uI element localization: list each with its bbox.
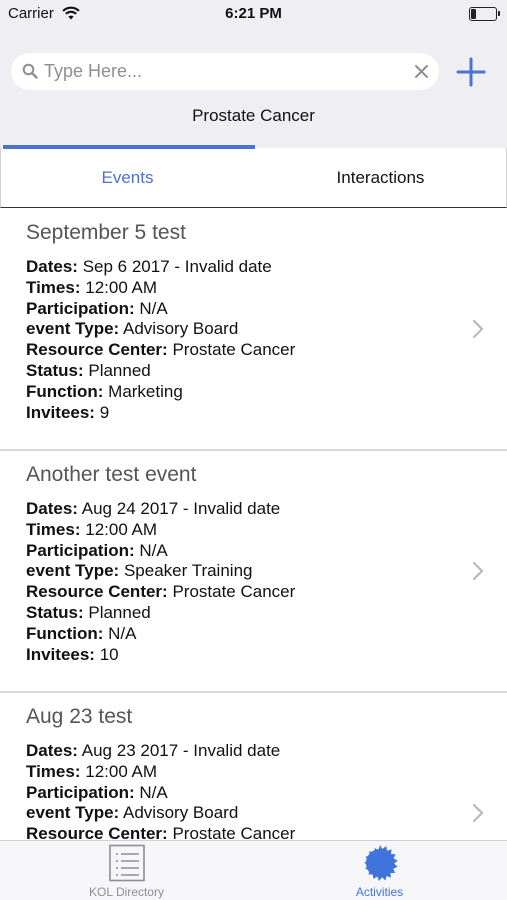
list-icon — [109, 844, 145, 882]
event-resource-center: Resource Center: Prostate Cancer — [26, 582, 507, 603]
chevron-right-icon — [472, 319, 484, 339]
event-title: Another test event — [26, 463, 197, 486]
event-card[interactable]: Another test event Dates: Aug 24 2017 - … — [0, 451, 507, 693]
battery-icon — [469, 7, 500, 21]
status-time: 6:21 PM — [225, 5, 282, 22]
field-value: 12:00 AM — [85, 277, 158, 297]
field-value: Prostate Cancer — [172, 340, 296, 360]
field-value: 12:00 AM — [85, 519, 158, 539]
resource-center-title: Prostate Cancer — [192, 106, 315, 125]
event-status: Status: Planned — [26, 603, 507, 624]
segment-tabs: Events Interactions — [0, 145, 507, 208]
field-value: N/A — [108, 623, 137, 643]
field-value: 10 — [99, 644, 119, 664]
field-label: Times: — [26, 277, 81, 297]
field-label: Participation: — [26, 540, 135, 560]
event-list: September 5 test Dates: Sep 6 2017 - Inv… — [0, 209, 507, 840]
field-label: Times: — [26, 761, 81, 781]
field-label: event Type: — [26, 561, 120, 581]
field-label: event Type: — [26, 803, 120, 823]
event-function: Function: Marketing — [26, 382, 507, 403]
field-label: Participation: — [26, 782, 135, 802]
tabbar-label: KOL Directory — [89, 885, 164, 899]
field-value: Planned — [88, 360, 151, 380]
chevron-right-icon — [472, 803, 484, 823]
event-title: September 5 test — [26, 221, 186, 244]
field-value: Advisory Board — [123, 803, 239, 823]
event-status: Status: Planned — [26, 361, 507, 382]
field-label: Resource Center: — [26, 824, 168, 840]
event-type: event Type: Advisory Board — [26, 319, 507, 340]
event-dates: Dates: Aug 24 2017 - Invalid date — [26, 499, 507, 520]
event-invitees: Invitees: 10 — [26, 645, 507, 666]
event-times: Times: 12:00 AM — [26, 278, 507, 299]
bottom-tab-bar: KOL Directory Activities — [0, 840, 507, 900]
field-label: Resource Center: — [26, 582, 168, 602]
add-button[interactable] — [455, 56, 487, 88]
event-dates: Dates: Sep 6 2017 - Invalid date — [26, 257, 507, 278]
field-value: Speaker Training — [123, 561, 253, 581]
event-resource-center: Resource Center: Prostate Cancer — [26, 824, 507, 840]
search-input[interactable] — [44, 59, 404, 84]
tabbar-label: Activities — [355, 885, 404, 899]
tabbar-kol-directory[interactable]: KOL Directory — [0, 841, 253, 900]
tab-interactions[interactable]: Interactions — [254, 148, 507, 207]
field-value: Advisory Board — [123, 319, 239, 339]
event-title: Aug 23 test — [26, 705, 133, 728]
field-value: Aug 24 2017 - Invalid date — [81, 499, 281, 518]
tab-events[interactable]: Events — [1, 148, 254, 207]
event-type: event Type: Speaker Training — [26, 561, 507, 582]
field-label: Dates: — [26, 741, 78, 760]
search-bar[interactable] — [11, 53, 439, 90]
field-label: Function: — [26, 623, 104, 643]
header-area: Carrier 6:21 PM Prostate Cancer — [0, 0, 507, 148]
field-value: Sep 6 2017 - Invalid date — [82, 257, 272, 276]
field-value: Planned — [88, 602, 151, 622]
event-type: event Type: Advisory Board — [26, 803, 507, 824]
field-value: 12:00 AM — [85, 761, 158, 781]
event-participation: Participation: N/A — [26, 541, 507, 562]
field-value: N/A — [139, 298, 168, 318]
status-bar: Carrier 6:21 PM — [0, 0, 507, 30]
event-times: Times: 12:00 AM — [26, 762, 507, 783]
field-label: Invitees: — [26, 402, 95, 422]
field-label: Resource Center: — [26, 340, 168, 360]
field-value: N/A — [139, 782, 168, 802]
event-resource-center: Resource Center: Prostate Cancer — [26, 340, 507, 361]
event-card[interactable]: Aug 23 test Dates: Aug 23 2017 - Invalid… — [0, 693, 507, 840]
field-label: Participation: — [26, 298, 135, 318]
chevron-right-icon — [472, 561, 484, 581]
event-times: Times: 12:00 AM — [26, 520, 507, 541]
event-participation: Participation: N/A — [26, 783, 507, 804]
field-label: event Type: — [26, 319, 120, 339]
gear-badge-icon — [364, 845, 398, 881]
field-label: Invitees: — [26, 644, 95, 664]
field-label: Function: — [26, 381, 104, 401]
field-value: Aug 23 2017 - Invalid date — [81, 741, 281, 760]
search-icon — [22, 63, 38, 79]
field-value: Marketing — [108, 381, 183, 401]
field-label: Times: — [26, 519, 81, 539]
event-card[interactable]: September 5 test Dates: Sep 6 2017 - Inv… — [0, 209, 507, 451]
field-value: Prostate Cancer — [172, 582, 296, 602]
event-invitees: Invitees: 9 — [26, 403, 507, 424]
event-dates: Dates: Aug 23 2017 - Invalid date — [26, 741, 507, 762]
field-label: Status: — [26, 602, 84, 622]
field-label: Dates: — [26, 499, 78, 518]
field-value: 9 — [99, 402, 110, 422]
field-value: N/A — [139, 540, 168, 560]
clear-icon[interactable] — [414, 64, 429, 79]
tabbar-activities[interactable]: Activities — [253, 841, 506, 900]
field-label: Status: — [26, 360, 84, 380]
field-label: Dates: — [26, 257, 78, 276]
event-function: Function: N/A — [26, 624, 507, 645]
field-value: Prostate Cancer — [172, 824, 296, 840]
event-participation: Participation: N/A — [26, 299, 507, 320]
